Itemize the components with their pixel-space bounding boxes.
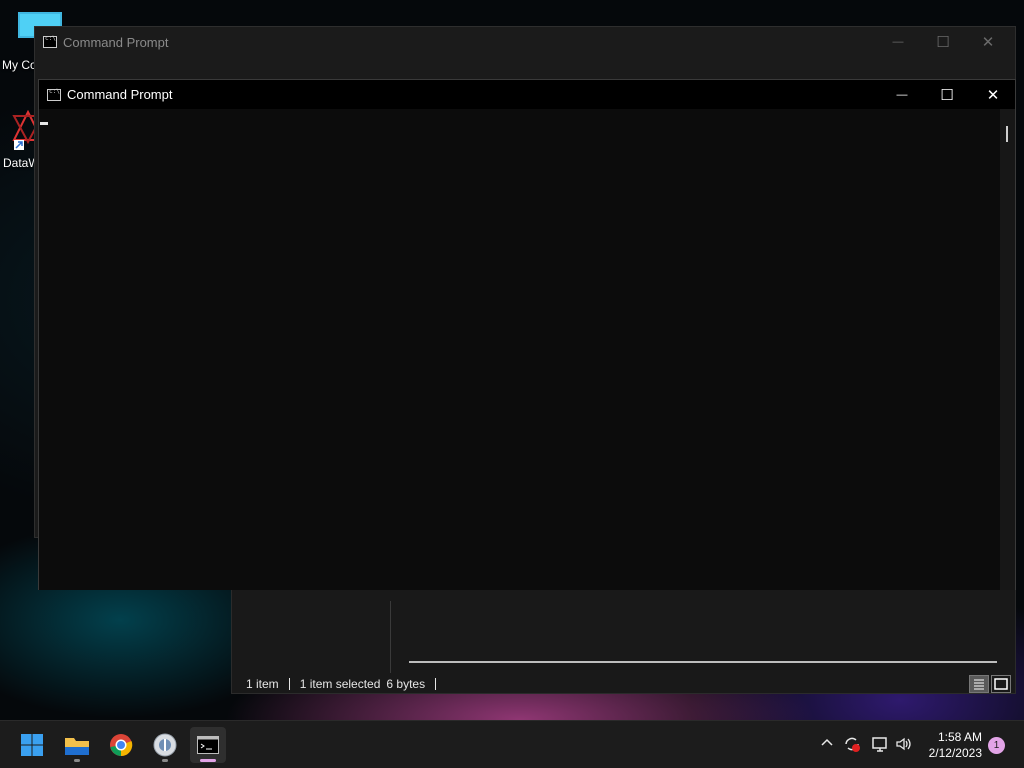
- clock[interactable]: 1:58 AM 2/12/2023: [929, 729, 982, 761]
- folder-icon: [65, 738, 89, 755]
- start-button[interactable]: [14, 727, 50, 763]
- chevron-up-icon: [821, 738, 833, 746]
- status-separator: [288, 678, 290, 690]
- command-prompt-window[interactable]: Command Prompt — ☐ ✕: [38, 79, 1016, 590]
- running-indicator: [162, 759, 168, 762]
- taskbar-chrome[interactable]: [103, 727, 139, 763]
- running-indicator: [74, 759, 80, 762]
- status-separator: [435, 678, 437, 690]
- network-tray-button[interactable]: [871, 735, 889, 756]
- taskbar-command-prompt[interactable]: [190, 727, 226, 763]
- chrome-icon: [110, 734, 133, 757]
- console-icon: [47, 88, 61, 101]
- taskbar: 1:58 AM 2/12/2023 1: [0, 720, 1024, 768]
- title-bar[interactable]: Command Prompt: [35, 27, 1015, 57]
- speaker-icon: [896, 737, 911, 751]
- status-item-count: 1 item: [246, 677, 279, 691]
- large-icons-view-button[interactable]: [991, 675, 1011, 693]
- sync-error-icon: [845, 737, 860, 752]
- maximize-button[interactable]: ☐: [920, 27, 966, 57]
- clock-date: 2/12/2023: [928, 746, 982, 760]
- notification-badge[interactable]: 1: [988, 737, 1005, 754]
- show-hidden-icons-button[interactable]: [820, 735, 834, 752]
- taskbar-file-explorer[interactable]: [59, 727, 95, 763]
- text-cursor: [40, 122, 48, 125]
- clock-time: 1:58 AM: [937, 730, 982, 744]
- desktop-icon-label: My Co: [2, 58, 37, 72]
- status-bar: 1 item 1 item selected 6 bytes: [232, 673, 1015, 695]
- close-button[interactable]: ✕: [965, 27, 1011, 57]
- horizontal-scrollbar[interactable]: [409, 661, 997, 663]
- window-title: Command Prompt: [67, 87, 173, 102]
- taskbar-app[interactable]: [147, 727, 183, 763]
- windows-start-icon: [21, 734, 43, 756]
- globe-app-icon: [153, 733, 177, 757]
- volume-tray-button[interactable]: [895, 735, 913, 756]
- scrollbar-thumb[interactable]: [1006, 126, 1008, 142]
- network-icon: [872, 737, 887, 752]
- window-title: Command Prompt: [63, 34, 169, 50]
- details-view-button[interactable]: [969, 675, 989, 693]
- console-icon: [43, 35, 57, 48]
- minimize-button[interactable]: —: [875, 27, 921, 57]
- title-bar[interactable]: Command Prompt: [39, 80, 1015, 109]
- close-button[interactable]: ✕: [970, 80, 1016, 109]
- large-icons-view-icon: [994, 678, 1008, 690]
- sync-tray-button[interactable]: [843, 735, 861, 756]
- vertical-scrollbar[interactable]: [1000, 109, 1015, 590]
- console-output[interactable]: [39, 109, 1001, 590]
- status-selected: 1 item selected: [299, 677, 381, 691]
- details-view-icon: [974, 679, 984, 690]
- terminal-icon: [197, 736, 219, 754]
- status-size: 6 bytes: [386, 677, 426, 691]
- maximize-button[interactable]: ☐: [924, 80, 970, 109]
- running-indicator: [200, 759, 216, 762]
- minimize-button[interactable]: —: [879, 80, 925, 109]
- pane-divider[interactable]: [390, 601, 391, 673]
